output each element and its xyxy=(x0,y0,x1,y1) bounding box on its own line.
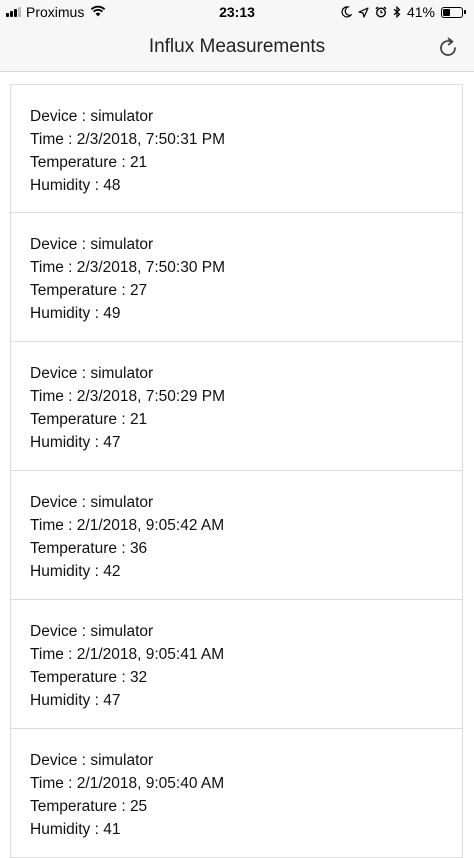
temperature-row: Temperature : 32 xyxy=(30,666,462,689)
temperature-label: Temperature : xyxy=(30,154,130,171)
time-value: 2/3/2018, 7:50:29 PM xyxy=(76,388,226,405)
refresh-button[interactable] xyxy=(436,36,460,60)
device-value: simulator xyxy=(90,108,154,125)
time-label: Time : xyxy=(30,388,77,405)
humidity-label: Humidity : xyxy=(30,305,104,322)
time-row: Time : 2/3/2018, 7:50:29 PM xyxy=(30,385,462,408)
measurement-list[interactable]: Device : simulator Time : 2/3/2018, 7:50:… xyxy=(10,84,463,858)
device-value: simulator xyxy=(90,752,154,769)
time-row: Time : 2/1/2018, 9:05:40 AM xyxy=(30,772,462,795)
humidity-value: 42 xyxy=(103,563,121,580)
temperature-row: Temperature : 21 xyxy=(30,408,462,431)
humidity-label: Humidity : xyxy=(30,434,104,451)
device-value: simulator xyxy=(90,494,154,511)
time-value: 2/1/2018, 9:05:42 AM xyxy=(76,517,225,534)
time-label: Time : xyxy=(30,775,77,792)
time-row: Time : 2/3/2018, 7:50:30 PM xyxy=(30,256,462,279)
navigation-bar: Influx Measurements xyxy=(0,24,474,72)
device-value: simulator xyxy=(90,365,154,382)
page-title: Influx Measurements xyxy=(148,36,326,57)
temperature-label: Temperature : xyxy=(30,282,130,299)
temperature-row: Temperature : 36 xyxy=(30,537,462,560)
temperature-label: Temperature : xyxy=(30,798,130,815)
temperature-value: 25 xyxy=(129,798,148,815)
temperature-value: 27 xyxy=(129,282,148,299)
temperature-value: 21 xyxy=(129,411,148,428)
humidity-row: Humidity : 48 xyxy=(30,174,462,197)
humidity-label: Humidity : xyxy=(30,177,104,194)
status-bar: Proximus 23:13 41% xyxy=(0,0,474,24)
time-value: 2/3/2018, 7:50:30 PM xyxy=(76,259,226,276)
measurement-card[interactable]: Device : simulator Time : 2/3/2018, 7:50:… xyxy=(10,213,463,342)
humidity-row: Humidity : 42 xyxy=(30,560,462,583)
temperature-value: 32 xyxy=(129,669,148,686)
humidity-value: 47 xyxy=(103,692,121,709)
measurement-card[interactable]: Device : simulator Time : 2/1/2018, 9:05:… xyxy=(10,471,463,600)
battery-percent: 41% xyxy=(406,4,435,20)
humidity-row: Humidity : 47 xyxy=(30,689,462,712)
device-value: simulator xyxy=(90,623,154,640)
time-label: Time : xyxy=(30,259,77,276)
alarm-clock-icon xyxy=(375,6,387,18)
temperature-label: Temperature : xyxy=(30,540,130,557)
temperature-row: Temperature : 27 xyxy=(30,279,462,302)
device-row: Device : simulator xyxy=(30,749,462,772)
humidity-value: 47 xyxy=(103,434,121,451)
temperature-label: Temperature : xyxy=(30,669,130,686)
temperature-row: Temperature : 25 xyxy=(30,795,462,818)
device-label: Device : xyxy=(30,752,91,769)
measurement-card[interactable]: Device : simulator Time : 2/3/2018, 7:50:… xyxy=(10,342,463,471)
time-value: 2/3/2018, 7:50:31 PM xyxy=(76,131,226,148)
device-row: Device : simulator xyxy=(30,620,462,643)
temperature-label: Temperature : xyxy=(30,411,130,428)
time-label: Time : xyxy=(30,517,77,534)
device-label: Device : xyxy=(30,108,91,125)
device-row: Device : simulator xyxy=(30,105,462,128)
time-value: 2/1/2018, 9:05:41 AM xyxy=(76,646,225,663)
humidity-value: 41 xyxy=(103,821,121,838)
temperature-row: Temperature : 21 xyxy=(30,151,462,174)
device-label: Device : xyxy=(30,365,91,382)
humidity-label: Humidity : xyxy=(30,692,104,709)
humidity-value: 49 xyxy=(103,305,121,322)
battery-icon xyxy=(441,6,466,18)
humidity-label: Humidity : xyxy=(30,563,104,580)
temperature-value: 21 xyxy=(129,154,148,171)
humidity-row: Humidity : 41 xyxy=(30,818,462,841)
device-label: Device : xyxy=(30,236,91,253)
humidity-row: Humidity : 49 xyxy=(30,302,462,325)
device-label: Device : xyxy=(30,494,91,511)
bluetooth-icon xyxy=(393,6,401,18)
time-label: Time : xyxy=(30,131,77,148)
humidity-value: 48 xyxy=(103,177,121,194)
device-row: Device : simulator xyxy=(30,233,462,256)
time-row: Time : 2/1/2018, 9:05:42 AM xyxy=(30,514,462,537)
device-label: Device : xyxy=(30,623,91,640)
location-arrow-icon xyxy=(358,6,369,18)
device-row: Device : simulator xyxy=(30,491,462,514)
measurement-card[interactable]: Device : simulator Time : 2/1/2018, 9:05:… xyxy=(10,729,463,858)
time-label: Time : xyxy=(30,646,77,663)
time-value: 2/1/2018, 9:05:40 AM xyxy=(76,775,225,792)
humidity-label: Humidity : xyxy=(30,821,104,838)
status-right: 41% xyxy=(335,4,466,20)
measurement-card[interactable]: Device : simulator Time : 2/3/2018, 7:50:… xyxy=(10,84,463,213)
time-row: Time : 2/3/2018, 7:50:31 PM xyxy=(30,128,462,151)
humidity-row: Humidity : 47 xyxy=(30,431,462,454)
temperature-value: 36 xyxy=(129,540,148,557)
refresh-icon xyxy=(440,37,456,56)
moon-icon xyxy=(341,6,352,18)
device-value: simulator xyxy=(90,236,154,253)
measurement-card[interactable]: Device : simulator Time : 2/1/2018, 9:05:… xyxy=(10,600,463,729)
device-row: Device : simulator xyxy=(30,362,462,385)
time-row: Time : 2/1/2018, 9:05:41 AM xyxy=(30,643,462,666)
